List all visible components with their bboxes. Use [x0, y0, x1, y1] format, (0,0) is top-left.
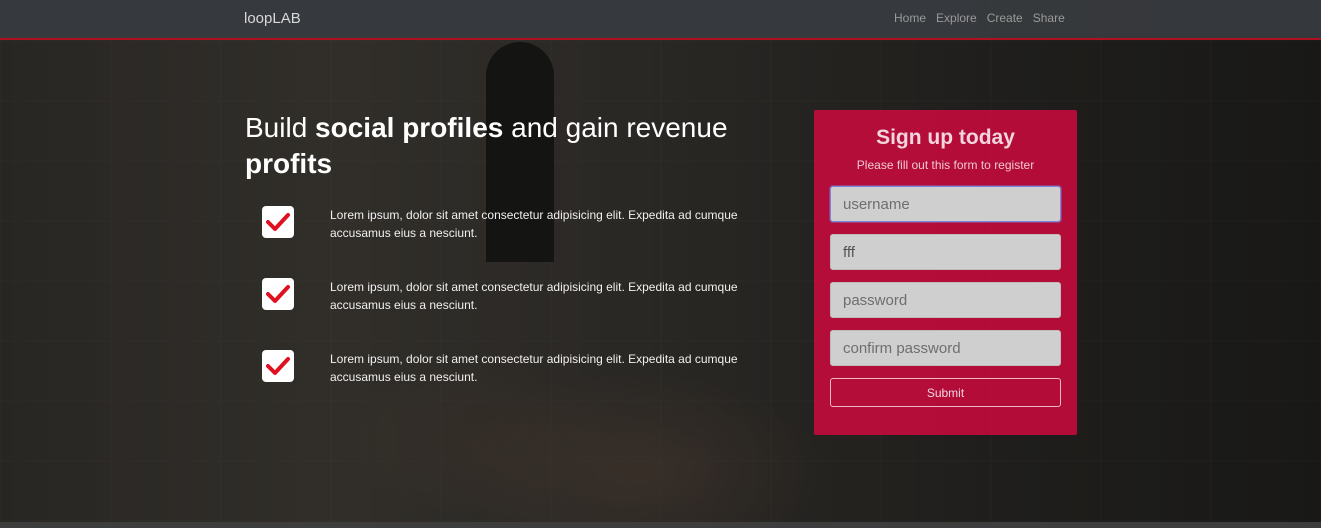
check-icon	[262, 350, 294, 382]
password-input[interactable]	[830, 282, 1061, 318]
check-icon	[262, 206, 294, 238]
hero-background-image	[0, 0, 1321, 522]
navbar: loopLAB Home Explore Create Share	[0, 0, 1321, 40]
check-icon	[262, 278, 294, 310]
nav-link-share[interactable]: Share	[1033, 11, 1065, 25]
nav-link-home[interactable]: Home	[894, 11, 926, 25]
nav-link-explore[interactable]: Explore	[936, 11, 977, 25]
hero-headline: Build social profiles and gain revenue p…	[245, 110, 805, 182]
feature-text: Lorem ipsum, dolor sit amet consectetur …	[330, 280, 738, 312]
headline-part2: and gain revenue	[503, 112, 728, 143]
feature-text: Lorem ipsum, dolor sit amet consectetur …	[330, 352, 738, 384]
nav-links: Home Explore Create Share	[894, 11, 1065, 25]
signup-title: Sign up today	[876, 126, 1015, 149]
confirm-password-input[interactable]	[830, 330, 1061, 366]
nav-link-create[interactable]: Create	[987, 11, 1023, 25]
headline-bold1: social profiles	[315, 112, 504, 143]
signup-subtitle: Please fill out this form to register	[856, 158, 1035, 172]
email-input[interactable]	[830, 234, 1061, 270]
bottom-edge	[0, 522, 1321, 528]
brand-logo[interactable]: loopLAB	[244, 10, 301, 27]
signup-card: Sign up today Please fill out this form …	[814, 110, 1077, 435]
headline-bold2: profits	[245, 148, 333, 179]
feature-text: Lorem ipsum, dolor sit amet consectetur …	[330, 208, 738, 240]
headline-part1: Build	[245, 112, 316, 143]
username-input[interactable]	[830, 186, 1061, 222]
submit-button[interactable]: Submit	[830, 378, 1061, 407]
